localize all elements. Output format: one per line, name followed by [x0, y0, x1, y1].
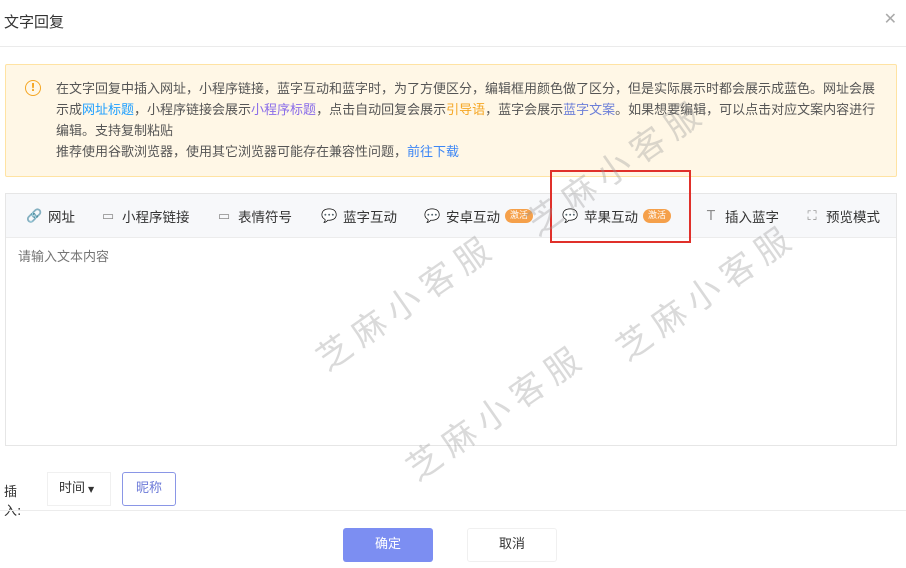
- insert-nickname-button[interactable]: 昵称: [122, 472, 176, 506]
- confirm-button[interactable]: 确定: [343, 528, 433, 562]
- insert-blue-text-button[interactable]: T 插入蓝字: [703, 207, 779, 227]
- tool-label: 预览模式: [826, 210, 880, 226]
- browser-recommendation: 推荐使用谷歌浏览器，使用其它浏览器可能存在兼容性问题，: [56, 145, 408, 160]
- apple-interaction-button[interactable]: 💬 苹果互动 激活: [562, 207, 672, 226]
- notice-text-part: ，小程序链接会展示: [134, 103, 252, 118]
- activate-badge: 激活: [643, 209, 672, 223]
- tool-label: 苹果互动: [584, 210, 638, 226]
- notice-text: 在文字回复中插入网址，小程序链接，蓝字互动和蓝字时，为了方便区分，编辑框用颜色做…: [56, 79, 876, 163]
- caret-down-icon: ▼: [88, 485, 95, 494]
- text-editor: 🔗 网址 ▭ 小程序链接 ▭ 表情符号 💬 蓝字互动 💬 安卓互动 激活 💬 苹…: [5, 193, 897, 446]
- preview-mode-button[interactable]: ⛶ 预览模式: [804, 207, 880, 227]
- tool-label: 蓝字互动: [343, 210, 397, 226]
- dialog-title: 文字回复: [4, 13, 65, 31]
- url-title-sample: 网址标题: [82, 103, 135, 118]
- cancel-button[interactable]: 取消: [467, 528, 557, 562]
- download-link[interactable]: 前往下载: [407, 145, 459, 160]
- editor-toolbar: 🔗 网址 ▭ 小程序链接 ▭ 表情符号 💬 蓝字互动 💬 安卓互动 激活 💬 苹…: [6, 194, 896, 238]
- dialog-header: 文字回复 ✕: [0, 0, 906, 47]
- tool-label: 小程序链接: [122, 210, 190, 226]
- link-icon: 🔗: [26, 208, 43, 224]
- card-icon: ▭: [101, 208, 115, 224]
- insert-select-value: 时间: [59, 481, 86, 496]
- insert-mini-program-button[interactable]: ▭ 小程序链接: [100, 207, 190, 227]
- insert-emoji-button[interactable]: ▭ 表情符号: [216, 207, 292, 227]
- blue-text-interaction-button[interactable]: 💬 蓝字互动: [321, 207, 397, 227]
- notice-box: ! 在文字回复中插入网址，小程序链接，蓝字互动和蓝字时，为了方便区分，编辑框用颜…: [5, 64, 897, 177]
- chat-icon: 💬: [562, 208, 579, 224]
- android-interaction-button[interactable]: 💬 安卓互动 激活: [424, 207, 534, 226]
- guide-sample: 引导语: [446, 103, 486, 118]
- mp-title-sample: 小程序标题: [251, 103, 317, 118]
- tool-label: 安卓互动: [446, 210, 500, 226]
- notice-text-part: ，蓝字会展示: [485, 103, 564, 118]
- insert-variable-select[interactable]: 时间 ▼: [47, 472, 111, 506]
- tool-label: 网址: [48, 210, 75, 226]
- blue-copy-sample: 蓝字文案: [563, 103, 616, 118]
- chat-icon: 💬: [321, 208, 338, 224]
- activate-badge: 激活: [505, 209, 534, 223]
- text-content-input[interactable]: [6, 238, 896, 445]
- dialog-footer: 确定 取消: [0, 510, 906, 568]
- notice-text-part: ，点击自动回复会展示: [316, 103, 447, 118]
- tool-label: 插入蓝字: [725, 210, 779, 226]
- fullscreen-icon: ⛶: [807, 208, 817, 224]
- text-icon: T: [707, 208, 715, 224]
- tool-label: 表情符号: [238, 210, 292, 226]
- chat-icon: 💬: [424, 208, 441, 224]
- warning-icon: !: [25, 80, 41, 96]
- insert-url-button[interactable]: 🔗 网址: [26, 207, 75, 227]
- card-icon: ▭: [217, 208, 231, 224]
- close-icon[interactable]: ✕: [884, 9, 897, 28]
